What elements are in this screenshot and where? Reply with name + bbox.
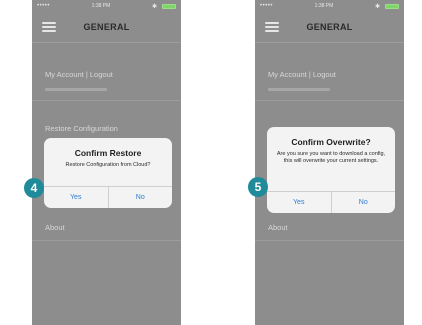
signal-icon: ••••• (260, 3, 274, 9)
menu-divider (255, 100, 404, 101)
nav-divider (32, 42, 181, 43)
dialog-title: Confirm Overwrite? (291, 137, 371, 147)
no-button[interactable]: No (330, 192, 396, 213)
nav-divider (255, 42, 404, 43)
no-button[interactable]: No (107, 187, 173, 208)
step-number-badge: 4 (24, 178, 44, 198)
nav-bar: GENERAL (32, 12, 181, 42)
yes-button[interactable]: Yes (44, 187, 108, 208)
menu-divider (32, 100, 181, 101)
hamburger-menu-icon[interactable] (42, 22, 56, 32)
menu-item-account[interactable]: My Account | Logout (268, 70, 336, 79)
dialog-buttons: Yes No (44, 186, 172, 208)
menu-item-about[interactable]: About (268, 223, 288, 232)
bluetooth-icon: ✱ (374, 3, 380, 10)
menu-item-restore-configuration[interactable]: Restore Configuration (45, 124, 118, 133)
menu-item-about[interactable]: About (45, 223, 65, 232)
confirm-restore-dialog: Confirm Restore Restore Configuration fr… (44, 138, 172, 208)
account-subtext (268, 88, 330, 91)
phone-screen-restore: ••••• 1:38 PM ✱ GENERAL My Account | Log… (32, 0, 181, 325)
dialog-message: Are you sure you want to download a conf… (276, 151, 386, 164)
dialog-buttons: Yes No (267, 191, 395, 213)
dialog-message: Restore Configuration from Cloud? (65, 162, 151, 168)
yes-button[interactable]: Yes (267, 192, 331, 213)
status-bar: ••••• 1:38 PM ✱ (255, 0, 404, 12)
status-bar: ••••• 1:38 PM ✱ (32, 0, 181, 12)
signal-icon: ••••• (37, 3, 51, 9)
hamburger-menu-icon[interactable] (265, 22, 279, 32)
confirm-overwrite-dialog: Confirm Overwrite? Are you sure you want… (267, 127, 395, 213)
nav-bar: GENERAL (255, 12, 404, 42)
battery-icon (384, 3, 399, 9)
account-subtext (45, 88, 107, 91)
status-time: 1:38 PM (91, 3, 111, 9)
battery-icon (161, 3, 176, 9)
menu-item-account[interactable]: My Account | Logout (45, 70, 113, 79)
menu-divider (32, 240, 181, 241)
menu-divider (255, 240, 404, 241)
dialog-title: Confirm Restore (74, 148, 142, 158)
phone-screen-overwrite: ••••• 1:38 PM ✱ GENERAL My Account | Log… (255, 0, 404, 325)
page-title: GENERAL (83, 22, 130, 32)
step-number-badge: 5 (248, 177, 268, 197)
page-title: GENERAL (306, 22, 353, 32)
bluetooth-icon: ✱ (151, 3, 157, 10)
status-time: 1:38 PM (314, 3, 334, 9)
